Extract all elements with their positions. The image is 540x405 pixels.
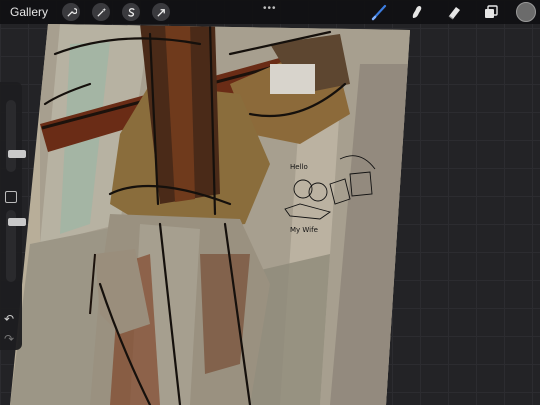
canvas-area[interactable]: Hello My Wife [0,24,540,405]
layers-icon [485,5,498,18]
layers-tool[interactable] [479,0,503,24]
smudge-icon [412,5,422,18]
eraser-icon [448,7,460,20]
painting [10,24,410,405]
annotation-hello: Hello [290,163,308,171]
opacity-thumb[interactable] [8,218,26,226]
annotation-my-wife: My Wife [290,226,318,234]
redo-icon[interactable]: ↷ [4,332,14,346]
brush-tool[interactable] [368,0,392,24]
modify-button[interactable] [5,191,17,203]
right-tools [368,0,540,24]
magic-wand-icon [96,7,106,17]
selection-s-icon [127,7,135,17]
brush-icon [371,4,387,21]
top-toolbar: Gallery ••• [0,0,540,24]
wrench-icon [66,7,77,17]
smudge-tool[interactable] [405,0,429,24]
eraser-tool[interactable] [442,0,466,24]
brush-size-slider[interactable] [6,100,26,172]
gallery-button[interactable]: Gallery [10,5,48,19]
transform-arrow-icon [156,8,165,17]
selection-button[interactable] [122,3,141,21]
color-swatch[interactable] [516,2,536,22]
actions-button[interactable] [62,3,81,21]
left-sidebar: ↶ ↷ [0,82,26,350]
more-dots[interactable]: ••• [263,3,277,14]
artwork-canvas[interactable]: Hello My Wife [0,24,540,405]
undo-icon[interactable]: ↶ [4,312,14,326]
opacity-slider[interactable] [6,210,26,282]
transform-button[interactable] [152,3,171,21]
brush-size-thumb[interactable] [8,150,26,158]
adjustments-button[interactable] [92,3,111,21]
